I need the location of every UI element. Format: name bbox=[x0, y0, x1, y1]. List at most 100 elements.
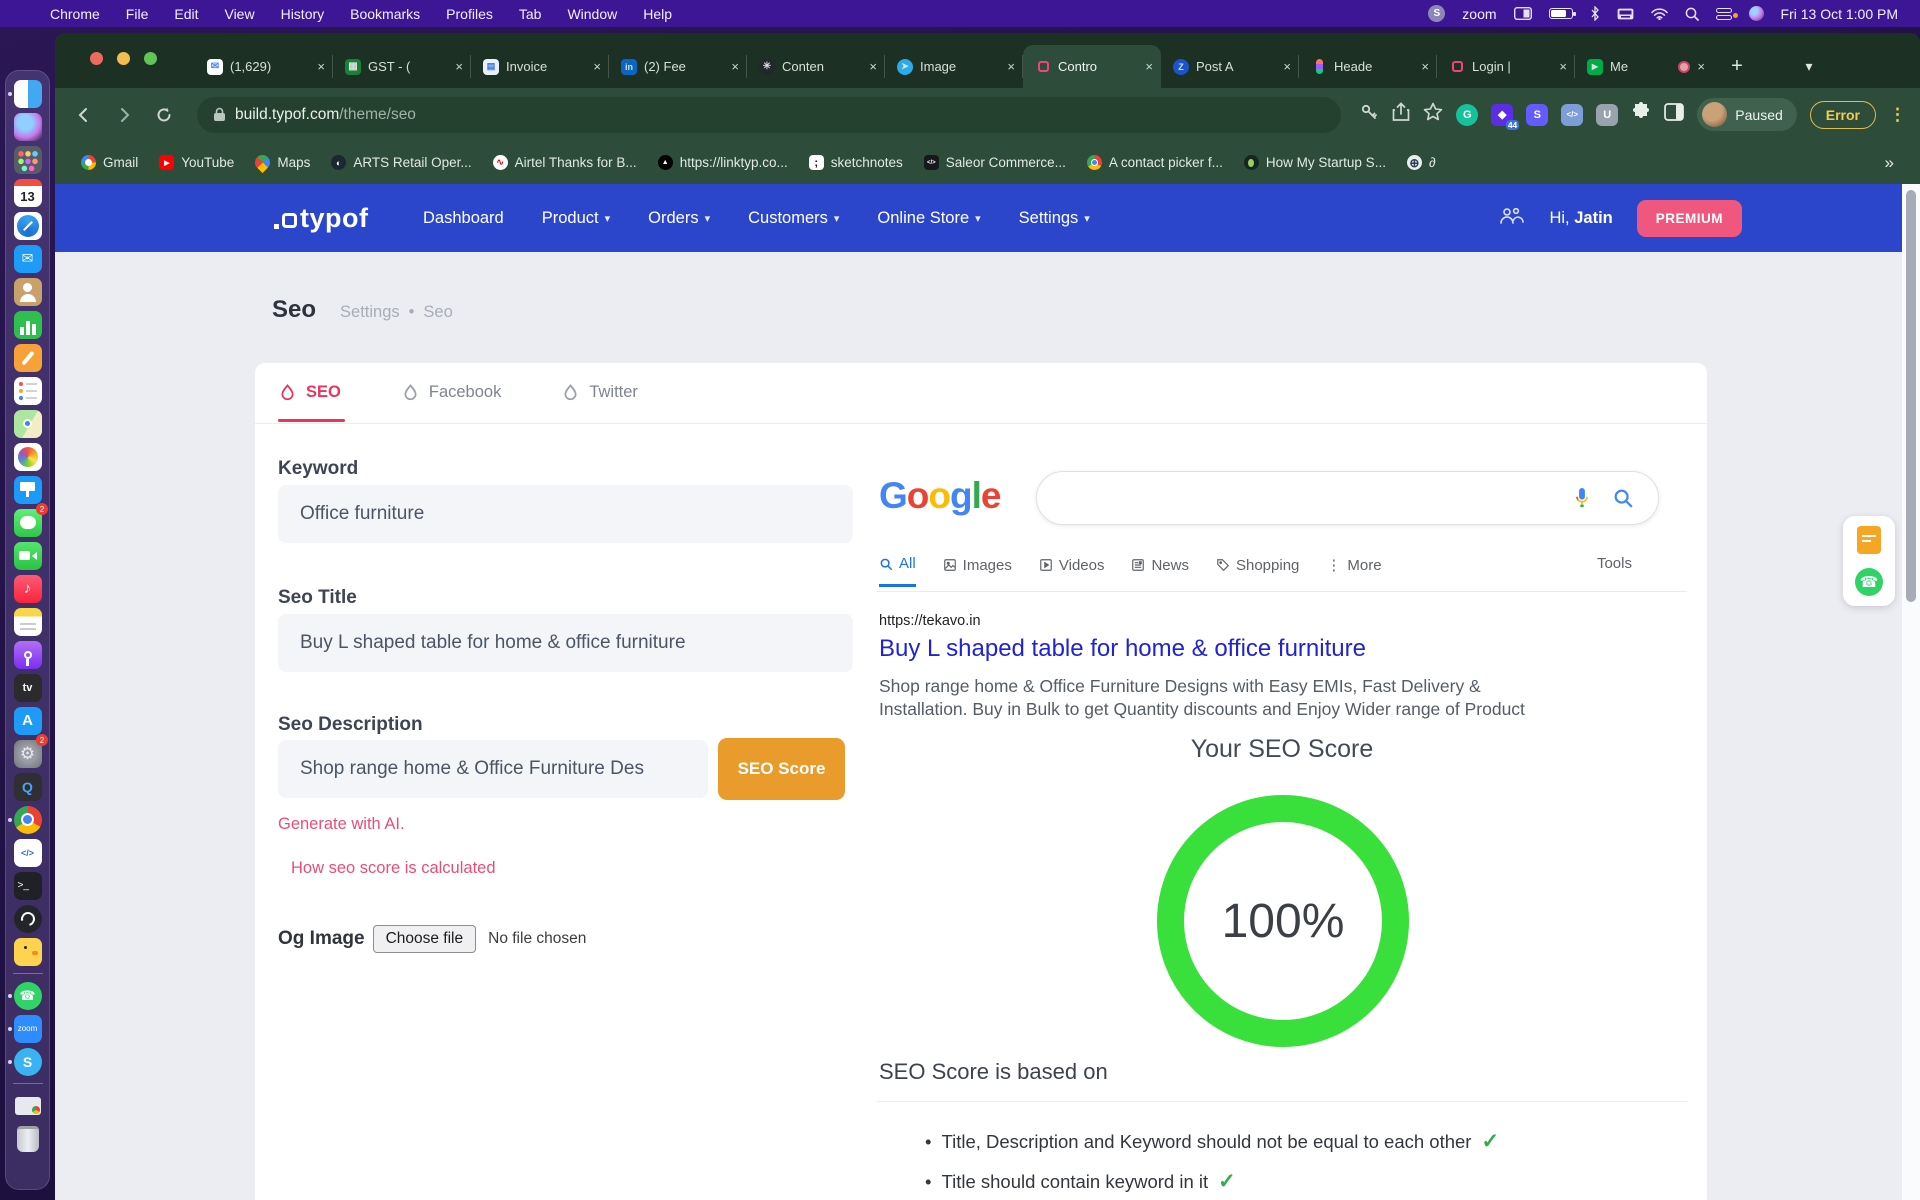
seo-description-input[interactable]: Shop range home & Office Furniture Des bbox=[278, 740, 708, 798]
dock-vscode[interactable]: </> bbox=[5, 836, 50, 869]
bookmark-contact-picker[interactable]: A contact picker f... bbox=[1086, 155, 1223, 170]
spotlight-search-icon[interactable] bbox=[1685, 7, 1699, 21]
bookmark-arts-retail[interactable]: ◐ ARTS Retail Oper... bbox=[331, 155, 472, 170]
bookmark-saleor[interactable]: </> Saleor Commerce... bbox=[923, 155, 1066, 170]
grammarly-extension-icon[interactable]: G bbox=[1456, 103, 1479, 126]
siri-icon[interactable] bbox=[1748, 6, 1764, 21]
menu-item-chrome[interactable]: Chrome bbox=[50, 6, 100, 22]
premium-button[interactable]: PREMIUM bbox=[1636, 199, 1742, 237]
dock-trash[interactable] bbox=[5, 1122, 50, 1155]
control-center-icon[interactable] bbox=[1715, 7, 1738, 20]
tab-mail[interactable]: ✉ (1,629) × bbox=[195, 45, 333, 88]
tab-twitter[interactable]: Twitter bbox=[561, 383, 638, 402]
menu-item-help[interactable]: Help bbox=[643, 6, 672, 22]
bookmark-star-icon[interactable] bbox=[1423, 102, 1443, 127]
dock-obs[interactable] bbox=[5, 902, 50, 935]
typof-logo[interactable]: typof bbox=[274, 204, 368, 232]
new-tab-button[interactable]: + bbox=[1723, 52, 1751, 80]
gtab-tools[interactable]: Tools bbox=[1597, 555, 1632, 572]
tab-linkedin[interactable]: in (2) Fee × bbox=[609, 45, 747, 88]
password-key-icon[interactable] bbox=[1359, 102, 1379, 127]
menu-item-file[interactable]: File bbox=[126, 6, 149, 22]
error-update-button[interactable]: Error bbox=[1809, 100, 1876, 129]
extensions-puzzle-icon[interactable] bbox=[1631, 102, 1651, 127]
tab-close-icon[interactable]: × bbox=[455, 59, 463, 74]
nav-customers[interactable]: Customers ▾ bbox=[748, 209, 839, 228]
search-icon[interactable] bbox=[1612, 487, 1634, 509]
forward-button[interactable] bbox=[109, 100, 139, 130]
bookmark-sketchnotes[interactable]: ; sketchnotes bbox=[808, 155, 903, 170]
tab-seo[interactable]: SEO bbox=[278, 383, 341, 402]
bookmark-airtel[interactable]: ∿ Airtel Thanks for B... bbox=[492, 155, 637, 170]
gtab-more[interactable]: ⋮ More bbox=[1326, 555, 1381, 587]
tab-image[interactable]: ➤ Image × bbox=[885, 45, 1023, 88]
menu-item-view[interactable]: View bbox=[224, 6, 254, 22]
how-score-calculated-link[interactable]: How seo score is calculated bbox=[291, 859, 496, 878]
dock-tv[interactable]: tv bbox=[5, 671, 50, 704]
seo-title-input[interactable]: Buy L shaped table for home & office fur… bbox=[278, 614, 853, 672]
breadcrumb-settings[interactable]: Settings bbox=[340, 303, 400, 322]
u-extension-icon[interactable]: U bbox=[1596, 103, 1619, 126]
tab-zoho[interactable]: Z Post A × bbox=[1161, 45, 1299, 88]
tab-close-icon[interactable]: × bbox=[1421, 59, 1429, 74]
dock-appstore[interactable]: A bbox=[5, 704, 50, 737]
tab-close-icon[interactable]: × bbox=[1283, 59, 1291, 74]
dock-music[interactable]: ♪ bbox=[5, 572, 50, 605]
docs-widget-button[interactable] bbox=[1857, 526, 1881, 554]
bookmark-startup[interactable]: How My Startup S... bbox=[1243, 155, 1386, 170]
tab-close-icon[interactable]: × bbox=[1007, 59, 1015, 74]
back-button[interactable] bbox=[69, 100, 99, 130]
dock-numbers[interactable] bbox=[5, 308, 50, 341]
google-search-box[interactable] bbox=[1036, 471, 1659, 525]
tab-close-icon[interactable]: × bbox=[869, 59, 877, 74]
scrollbar-thumb[interactable] bbox=[1906, 190, 1916, 602]
dock-zoom[interactable]: zoom bbox=[5, 1012, 50, 1045]
keyboard-icon[interactable] bbox=[1617, 8, 1634, 20]
reload-button[interactable] bbox=[149, 100, 179, 130]
dock-terminal[interactable]: >_ bbox=[5, 869, 50, 902]
display-icon[interactable] bbox=[1513, 7, 1532, 20]
dock-facetime[interactable] bbox=[5, 539, 50, 572]
menu-clock[interactable]: Fri 13 Oct 1:00 PM bbox=[1781, 6, 1898, 22]
gtab-images[interactable]: Images bbox=[943, 555, 1012, 587]
tab-sheets-gst[interactable]: ▦ GST - (× bbox=[333, 45, 471, 88]
nav-online-store[interactable]: Online Store ▾ bbox=[877, 209, 980, 228]
whatsapp-widget-button[interactable]: ☎ bbox=[1855, 568, 1883, 596]
dock-reminders[interactable] bbox=[5, 374, 50, 407]
tab-invoice[interactable]: ▤ Invoice × bbox=[471, 45, 609, 88]
dock-siri[interactable] bbox=[5, 110, 50, 143]
share-icon[interactable] bbox=[1392, 102, 1410, 127]
tab-search-button[interactable]: ▾ bbox=[1795, 52, 1823, 80]
bookmark-maps[interactable]: Maps bbox=[252, 151, 310, 174]
dock-launchpad[interactable] bbox=[5, 143, 50, 176]
gtab-all[interactable]: All bbox=[879, 555, 916, 587]
menu-item-edit[interactable]: Edit bbox=[174, 6, 198, 22]
dock-whatsapp[interactable]: ☎ bbox=[5, 979, 50, 1012]
dock-photos[interactable] bbox=[5, 440, 50, 473]
dock-chrome[interactable] bbox=[5, 803, 50, 836]
stripe-extension-icon[interactable]: S bbox=[1526, 103, 1549, 126]
dock-maps[interactable] bbox=[5, 407, 50, 440]
bookmark-globe-partial[interactable]: ⊕ ∂ bbox=[1406, 155, 1436, 170]
bookmark-gmail[interactable]: Gmail bbox=[81, 155, 138, 170]
address-bar[interactable]: build.typof.com/theme/seo bbox=[197, 96, 1342, 133]
dock-keynote[interactable] bbox=[5, 473, 50, 506]
status-s-icon[interactable]: S bbox=[1428, 5, 1446, 22]
mic-icon[interactable] bbox=[1572, 485, 1592, 511]
generate-with-ai-link[interactable]: Generate with AI. bbox=[278, 815, 405, 834]
tab-close-icon[interactable]: × bbox=[593, 59, 601, 74]
tab-close-icon[interactable]: × bbox=[1145, 59, 1153, 74]
dock-cyberduck[interactable] bbox=[5, 935, 50, 968]
dock-pages[interactable] bbox=[5, 341, 50, 374]
tab-content[interactable]: ✳ Conten × bbox=[747, 45, 885, 88]
dock-contacts[interactable] bbox=[5, 275, 50, 308]
menu-item-bookmarks[interactable]: Bookmarks bbox=[350, 6, 420, 22]
tab-close-icon[interactable]: × bbox=[317, 59, 325, 74]
team-people-icon[interactable] bbox=[1499, 206, 1525, 231]
menu-item-profiles[interactable]: Profiles bbox=[446, 6, 493, 22]
menu-item-tab[interactable]: Tab bbox=[519, 6, 542, 22]
close-window-button[interactable] bbox=[90, 52, 103, 65]
dock-messages[interactable]: 2 bbox=[5, 503, 50, 539]
dock-skype[interactable]: S bbox=[5, 1045, 50, 1078]
zoom-window-button[interactable] bbox=[144, 52, 157, 65]
